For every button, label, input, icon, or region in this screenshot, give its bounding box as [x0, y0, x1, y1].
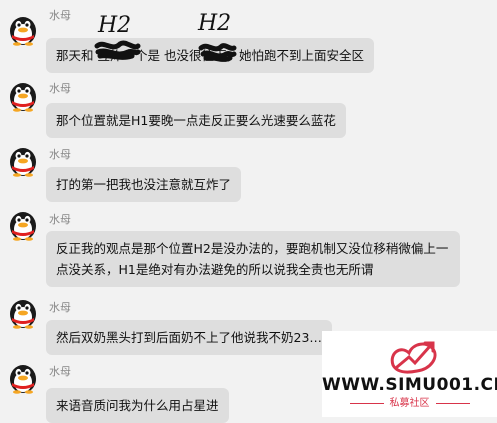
penguin-avatar-icon[interactable]	[8, 297, 38, 329]
site-watermark: WWW.SIMU001.CN 私募社区	[322, 331, 497, 417]
message-bubble: 然后双奶黑头打到后面奶不上了他说我不奶23…	[46, 320, 332, 355]
sender-name: 水母	[49, 82, 71, 95]
penguin-avatar-icon[interactable]	[8, 14, 38, 46]
watermark-subtitle: 私募社区	[322, 397, 497, 411]
sender-name: 水母	[49, 148, 71, 161]
penguin-avatar-icon[interactable]	[8, 362, 38, 394]
penguin-avatar-icon[interactable]	[8, 80, 38, 112]
sender-name: 水母	[49, 9, 71, 22]
message-bubble: 反正我的观点是那个位置H2是没办法的，要跑机制又没位移稍微偏上一点没关系，H1是…	[46, 231, 460, 287]
handwritten-label: H2	[98, 13, 132, 38]
sender-name: 水母	[49, 213, 71, 226]
penguin-avatar-icon[interactable]	[8, 145, 38, 177]
watermark-logo-icon	[390, 341, 437, 374]
sender-name: 水母	[49, 365, 71, 378]
message-bubble: 打的第一把我也没注意就互炸了	[46, 167, 242, 202]
message-bubble: 来语音质问我为什么用占星进	[46, 388, 229, 423]
watermark-url: WWW.SIMU001.CN	[322, 375, 497, 395]
handwritten-label: H2	[198, 11, 232, 36]
message-bubble: 那个位置就是H1要晚一点走反正要么光速要么蓝花	[46, 103, 346, 138]
sender-name: 水母	[49, 301, 71, 314]
message-bubble: 那天和 互炸一个是 也没很往下，她怕跑不到上面安全区	[46, 38, 374, 73]
penguin-avatar-icon[interactable]	[8, 209, 38, 241]
